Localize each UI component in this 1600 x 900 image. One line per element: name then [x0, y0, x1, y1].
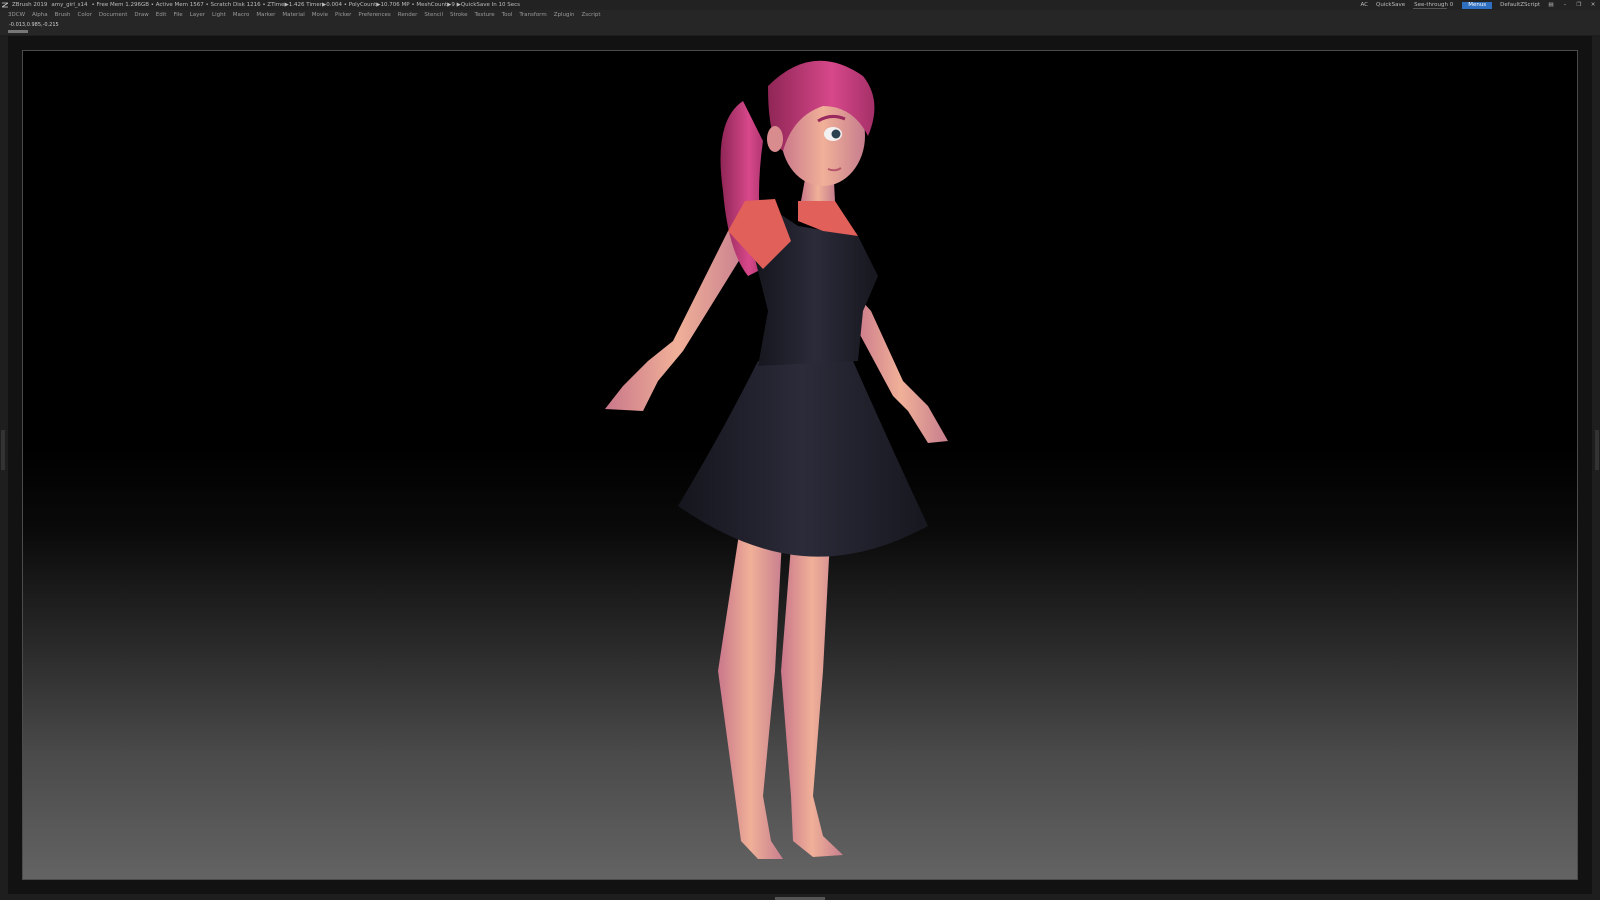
restore-icon[interactable]: ❐	[1576, 0, 1582, 10]
minimize-icon[interactable]: –	[1562, 0, 1568, 10]
menu-item-zplugin[interactable]: Zplugin	[554, 10, 575, 20]
menu-item-layer[interactable]: Layer	[190, 10, 205, 20]
menu-item-brush[interactable]: Brush	[55, 10, 71, 20]
document-canvas[interactable]	[22, 50, 1578, 880]
menu-item-macro[interactable]: Macro	[233, 10, 250, 20]
menu-item-stencil[interactable]: Stencil	[424, 10, 443, 20]
title-bar: ZBrush 2019 amy_girl_s14 • Free Mem 1.29…	[0, 0, 1600, 10]
see-through-track	[1413, 8, 1448, 9]
zbrush-logo-icon	[2, 2, 8, 8]
cursor-coordinates: -0.013,0.985,-0.215	[9, 22, 59, 28]
menu-item-color[interactable]: Color	[78, 10, 92, 20]
menu-item-render[interactable]: Render	[398, 10, 418, 20]
menu-item-transform[interactable]: Transform	[519, 10, 546, 20]
script-button[interactable]: DefaultZScript	[1500, 0, 1540, 10]
app-name: ZBrush 2019	[12, 2, 48, 8]
menu-item-movie[interactable]: Movie	[312, 10, 328, 20]
menu-bar: 3DCW Alpha Brush Color Document Draw Edit File L…	[0, 10, 1600, 20]
coordinate-bar: -0.013,0.985,-0.215	[0, 20, 1600, 35]
see-through-slider[interactable]: See-through 0	[1413, 0, 1454, 10]
menu-item-draw[interactable]: Draw	[134, 10, 148, 20]
menu-item-preferences[interactable]: Preferences	[358, 10, 390, 20]
menu-item-3dcw[interactable]: 3DCW	[8, 10, 25, 20]
menu-item-file[interactable]: File	[173, 10, 182, 20]
menu-item-alpha[interactable]: Alpha	[32, 10, 48, 20]
left-tray-handle[interactable]	[1, 430, 5, 470]
character-model[interactable]	[23, 51, 1578, 880]
menu-item-material[interactable]: Material	[282, 10, 304, 20]
ear	[767, 126, 783, 152]
close-icon[interactable]: ✕	[1590, 0, 1596, 10]
menu-item-zscript[interactable]: Zscript	[581, 10, 600, 20]
menu-item-marker[interactable]: Marker	[256, 10, 275, 20]
status-readout: • Free Mem 1.296GB • Active Mem 1567 • S…	[91, 2, 521, 8]
quicksave-button[interactable]: QuickSave	[1376, 0, 1405, 10]
menu-item-tool[interactable]: Tool	[502, 10, 513, 20]
layout-icon[interactable]: ▤	[1548, 0, 1554, 10]
file-name: amy_girl_s14	[51, 2, 88, 8]
menu-item-light[interactable]: Light	[212, 10, 226, 20]
menu-item-edit[interactable]: Edit	[156, 10, 167, 20]
legs	[718, 521, 843, 859]
menu-item-document[interactable]: Document	[99, 10, 128, 20]
tray-grip-handle[interactable]	[8, 30, 28, 33]
menu-item-texture[interactable]: Texture	[475, 10, 495, 20]
menus-button[interactable]: Menus	[1462, 2, 1493, 9]
right-tray-handle[interactable]	[1595, 430, 1599, 470]
menu-item-stroke[interactable]: Stroke	[450, 10, 468, 20]
ac-button[interactable]: AC	[1361, 0, 1369, 10]
menu-item-picker[interactable]: Picker	[335, 10, 351, 20]
see-through-value: 0	[1449, 2, 1454, 8]
